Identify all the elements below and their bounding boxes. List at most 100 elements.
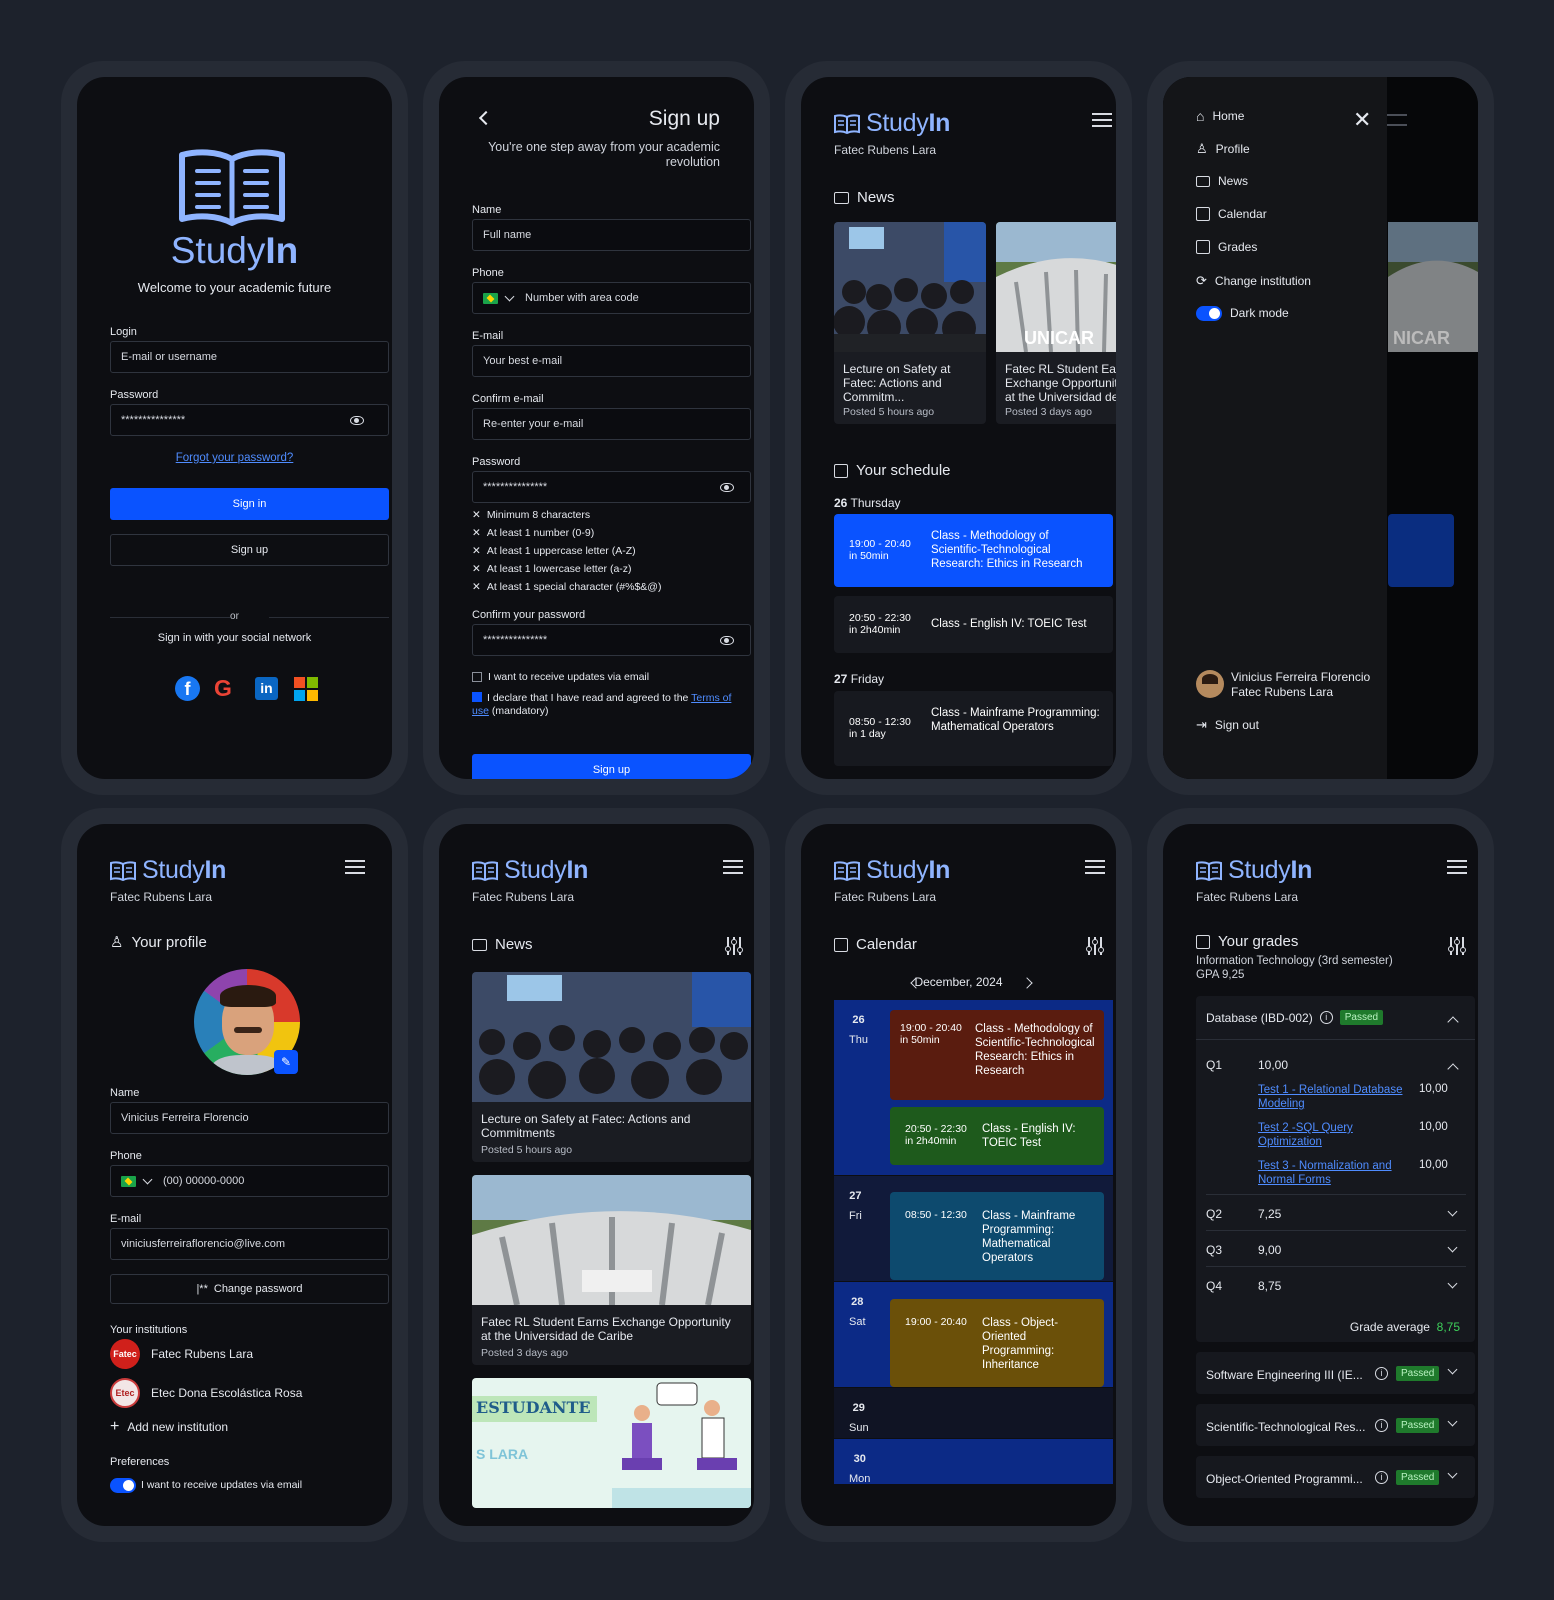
subject-name: Software Engineering III (IE... (1206, 1368, 1363, 1382)
nav-news[interactable]: News (1196, 174, 1248, 188)
change-password-button[interactable]: |** Change password (110, 1274, 389, 1304)
brazil-flag-icon[interactable] (121, 1175, 136, 1187)
terms-row[interactable]: I declare that I have read and agreed to… (472, 692, 747, 718)
calendar-event[interactable]: 08:50 - 12:30 Class - Mainframe Programm… (890, 1192, 1104, 1280)
menu-icon[interactable] (345, 860, 365, 874)
divider (1206, 1194, 1466, 1195)
institution-name: Fatec Rubens Lara (834, 143, 937, 157)
calendar-event[interactable]: 20:50 - 22:30 in 2h40min Class - English … (890, 1107, 1104, 1165)
name-label: Name (472, 204, 502, 216)
fatec-logo: Fatec (110, 1339, 140, 1369)
subject-status: i Passed (1375, 1366, 1440, 1381)
filter-icon[interactable] (1447, 937, 1467, 955)
forgot-password-link[interactable]: Forgot your password? (77, 452, 392, 464)
email-input[interactable]: Your best e-mail (472, 345, 751, 377)
updates-toggle[interactable] (110, 1478, 136, 1493)
password-input[interactable]: *************** (472, 471, 751, 503)
linkedin-icon[interactable]: in (255, 677, 278, 700)
institution-item[interactable]: Etec Dona Escolástica Rosa (151, 1386, 302, 1400)
menu-icon[interactable] (723, 860, 743, 874)
dark-mode-toggle[interactable] (1196, 306, 1222, 321)
svg-text:UNICAR: UNICAR (1024, 328, 1094, 348)
email-value: viniciusferreiraflorencio@live.com (121, 1238, 285, 1250)
menu-icon[interactable] (1085, 860, 1105, 874)
nav-home[interactable]: ⌂ Home (1196, 108, 1244, 124)
email-input[interactable]: viniciusferreiraflorencio@live.com (110, 1228, 389, 1260)
welcome-text: Welcome to your academic future (137, 280, 332, 295)
brazil-flag-icon[interactable] (483, 292, 498, 304)
test-link[interactable]: Test 2 -SQL Query Optimization (1258, 1121, 1408, 1149)
show-password-icon[interactable] (720, 483, 734, 492)
info-icon[interactable]: i (1375, 1419, 1388, 1432)
filter-icon[interactable] (1085, 937, 1105, 955)
password-input[interactable]: *************** (110, 404, 389, 436)
name-input[interactable]: Full name (472, 219, 751, 251)
schedule-time: 08:50 - 12:30 in 1 day (849, 716, 911, 740)
nav-grades[interactable]: Grades (1196, 240, 1257, 254)
nav-change-institution[interactable]: ⟳ Change institution (1196, 273, 1311, 289)
login-input[interactable]: E-mail or username (110, 341, 389, 373)
news-section-title: News (472, 936, 533, 953)
news-card[interactable]: Lecture on Safety at Fatec: Actions and … (472, 972, 751, 1162)
subject-status: i Passed (1375, 1470, 1440, 1485)
updates-checkbox-row[interactable]: I want to receive updates via email (472, 671, 649, 683)
news-card[interactable]: ESTUDANTE S LARA (472, 1378, 751, 1508)
test-link[interactable]: Test 3 - Normalization and Normal Forms (1258, 1159, 1408, 1187)
updates-checkbox[interactable] (472, 672, 482, 682)
name-input[interactable]: Vinicius Ferreira Florencio (110, 1102, 389, 1134)
info-icon[interactable]: i (1375, 1367, 1388, 1380)
info-icon[interactable]: i (1319, 1011, 1333, 1024)
news-card[interactable]: Lecture on Safety at Fatec: Actions and … (834, 222, 986, 424)
subject-header[interactable]: Database (IBD-002) i Passed (1206, 1010, 1384, 1025)
news-card[interactable]: UNICAR Fatec RL Student Earns Exchange O… (996, 222, 1116, 424)
calendar-event[interactable]: 19:00 - 20:40 Class - Object-Oriented Pr… (890, 1299, 1104, 1387)
terms-checkbox[interactable] (472, 692, 482, 702)
day-row (834, 1388, 1113, 1438)
add-institution-button[interactable]: + Add new institution (110, 1418, 228, 1436)
schedule-title: Class - Methodology of Scientific-Techno… (931, 530, 1083, 570)
chevron-down-icon[interactable] (504, 291, 515, 302)
show-confirm-password-icon[interactable] (720, 636, 734, 645)
course-info: Information Technology (3rd semester) GPA… (1196, 955, 1393, 981)
confirm-password-input[interactable]: *************** (472, 624, 751, 656)
x-icon: ✕ (472, 509, 481, 521)
back-icon[interactable] (478, 110, 494, 126)
chevron-down-icon[interactable] (142, 1174, 153, 1185)
confirm-password-label: Confirm your password (472, 609, 586, 621)
phone-input[interactable]: (00) 00000-0000 (110, 1165, 389, 1197)
quarter-label: Q3 (1206, 1243, 1223, 1257)
test-link[interactable]: Test 1 - Relational Database Modeling (1258, 1083, 1408, 1111)
sign-up-button[interactable]: Sign up (110, 534, 389, 566)
menu-icon[interactable] (1092, 113, 1112, 127)
news-card[interactable]: Fatec RL Student Earns Exchange Opportun… (472, 1175, 751, 1365)
calendar-event[interactable]: 19:00 - 20:40 in 50min Class - Methodolog… (890, 1010, 1104, 1100)
schedule-time: 20:50 - 22:30 in 2h40min (849, 612, 911, 636)
nav-profile[interactable]: ♙ Profile (1196, 141, 1250, 157)
sign-in-button[interactable]: Sign in (110, 488, 389, 520)
close-icon[interactable]: ✕ (1353, 107, 1371, 133)
user-info: Vinicius Ferreira Florencio Fatec Rubens … (1231, 670, 1371, 699)
news-screen: StudyIn Fatec Rubens Lara News Lecture o… (439, 824, 754, 1526)
filter-icon[interactable] (724, 937, 744, 955)
institution-item[interactable]: Fatec Rubens Lara (151, 1347, 253, 1361)
phone-frame-home: StudyIn Fatec Rubens Lara News Lecture o… (785, 61, 1132, 795)
schedule-item-active[interactable]: 19:00 - 20:40 in 50min Class - Methodolog… (834, 514, 1113, 587)
test-score: 10,00 (1419, 1083, 1448, 1095)
google-icon[interactable]: G (214, 675, 232, 702)
signup-submit-button[interactable]: Sign up (472, 754, 751, 779)
event-title: Class - English IV: TOEIC Test (982, 1123, 1076, 1149)
schedule-item[interactable]: 08:50 - 12:30 in 1 day Class - Mainframe … (834, 691, 1113, 766)
nav-calendar[interactable]: Calendar (1196, 207, 1267, 221)
schedule-item[interactable]: 20:50 - 22:30 in 2h40min Class - English … (834, 596, 1113, 653)
phone-input[interactable]: Number with area code (472, 282, 751, 314)
show-password-icon[interactable] (350, 416, 364, 425)
sign-out-button[interactable]: ⇥ Sign out (1196, 717, 1259, 733)
info-icon[interactable]: i (1375, 1471, 1388, 1484)
confirm-email-input[interactable]: Re-enter your e-mail (472, 408, 751, 440)
facebook-icon[interactable]: f (175, 676, 200, 701)
microsoft-icon[interactable] (294, 677, 318, 701)
edit-photo-icon[interactable]: ✎ (274, 1050, 298, 1074)
home-icon: ⌂ (1196, 108, 1205, 124)
confirm-password-value: *************** (483, 634, 548, 646)
menu-icon[interactable] (1447, 860, 1467, 874)
